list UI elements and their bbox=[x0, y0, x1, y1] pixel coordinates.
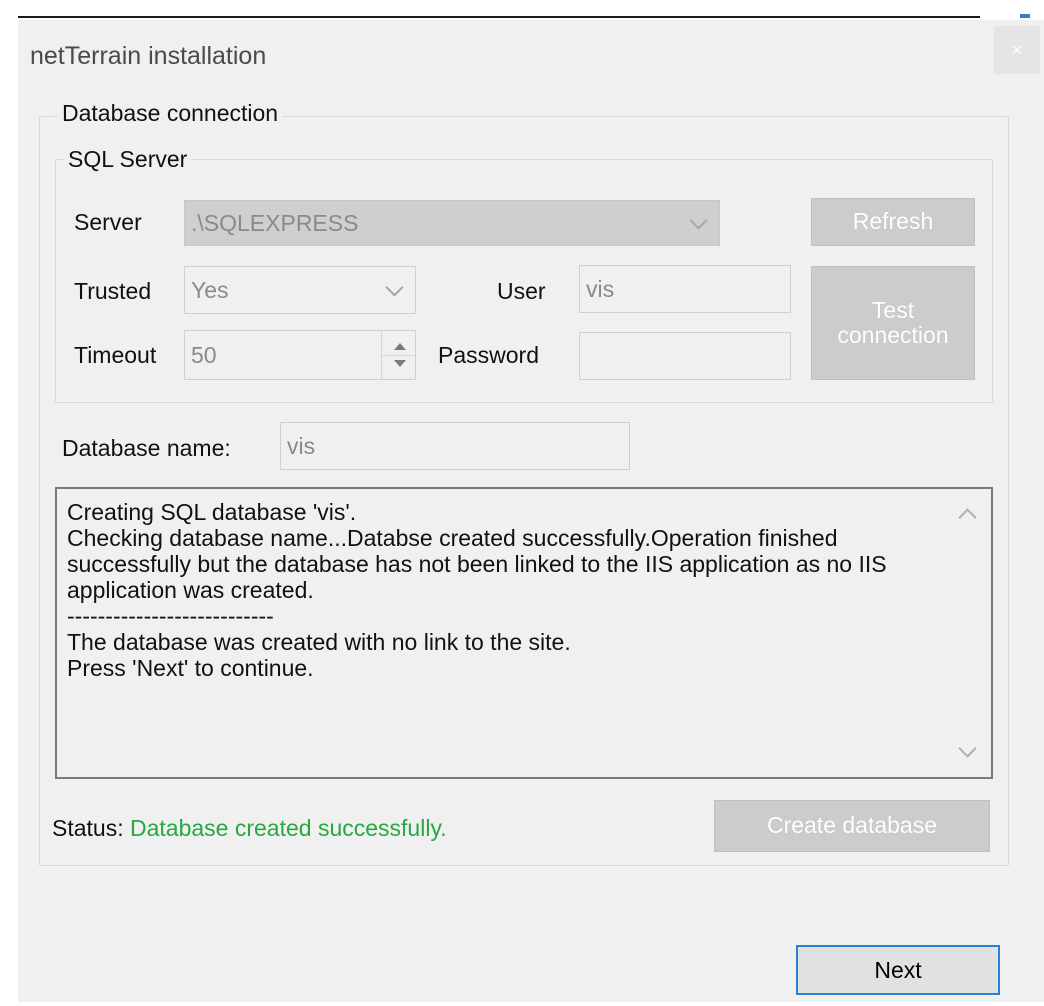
database-connection-legend: Database connection bbox=[58, 100, 283, 127]
server-label: Server bbox=[74, 209, 142, 235]
spinner-arrows-icon[interactable] bbox=[381, 331, 415, 379]
status-value: Database created successfully. bbox=[130, 815, 447, 841]
user-value: vis bbox=[586, 275, 615, 302]
window-title: netTerrain installation bbox=[30, 42, 267, 70]
timeout-value: 50 bbox=[191, 341, 217, 368]
timeout-label: Timeout bbox=[74, 342, 157, 368]
server-select[interactable]: .\SQLEXPRESS bbox=[184, 200, 720, 246]
window-accent bbox=[1020, 14, 1030, 18]
spin-down-icon bbox=[394, 360, 406, 367]
trusted-label: Trusted bbox=[74, 278, 152, 304]
log-text: Creating SQL database 'vis'. Checking da… bbox=[67, 499, 887, 681]
server-value: .\SQLEXPRESS bbox=[191, 209, 359, 236]
sql-server-legend: SQL Server bbox=[64, 146, 192, 173]
close-icon: × bbox=[1011, 40, 1023, 60]
database-name-input[interactable]: vis bbox=[280, 422, 630, 470]
status-label: Status: bbox=[52, 815, 124, 841]
trusted-select[interactable]: Yes bbox=[184, 266, 416, 314]
operation-log[interactable]: Creating SQL database 'vis'. Checking da… bbox=[55, 487, 993, 779]
chevron-up-icon[interactable] bbox=[958, 508, 977, 527]
create-database-button[interactable]: Create database bbox=[714, 800, 990, 852]
database-name-value: vis bbox=[287, 432, 316, 459]
window-top-border bbox=[18, 16, 980, 18]
close-button[interactable]: × bbox=[994, 26, 1040, 74]
log-scrollbar[interactable] bbox=[945, 489, 991, 777]
database-name-label: Database name: bbox=[62, 435, 231, 461]
chevron-down-icon bbox=[385, 278, 404, 297]
timeout-stepper[interactable]: 50 bbox=[184, 330, 416, 380]
chevron-down-icon[interactable] bbox=[958, 739, 977, 758]
user-input[interactable]: vis bbox=[579, 265, 791, 313]
chevron-down-icon bbox=[689, 211, 708, 230]
test-connection-button[interactable]: Test connection bbox=[811, 266, 975, 380]
refresh-button[interactable]: Refresh bbox=[811, 198, 975, 246]
user-label: User bbox=[497, 278, 546, 304]
password-label: Password bbox=[438, 342, 539, 368]
spin-up-icon bbox=[394, 343, 406, 350]
trusted-value: Yes bbox=[191, 276, 229, 303]
status-line: Status: Database created successfully. bbox=[52, 815, 447, 842]
password-input[interactable] bbox=[579, 332, 791, 380]
next-button[interactable]: Next bbox=[796, 945, 1000, 995]
